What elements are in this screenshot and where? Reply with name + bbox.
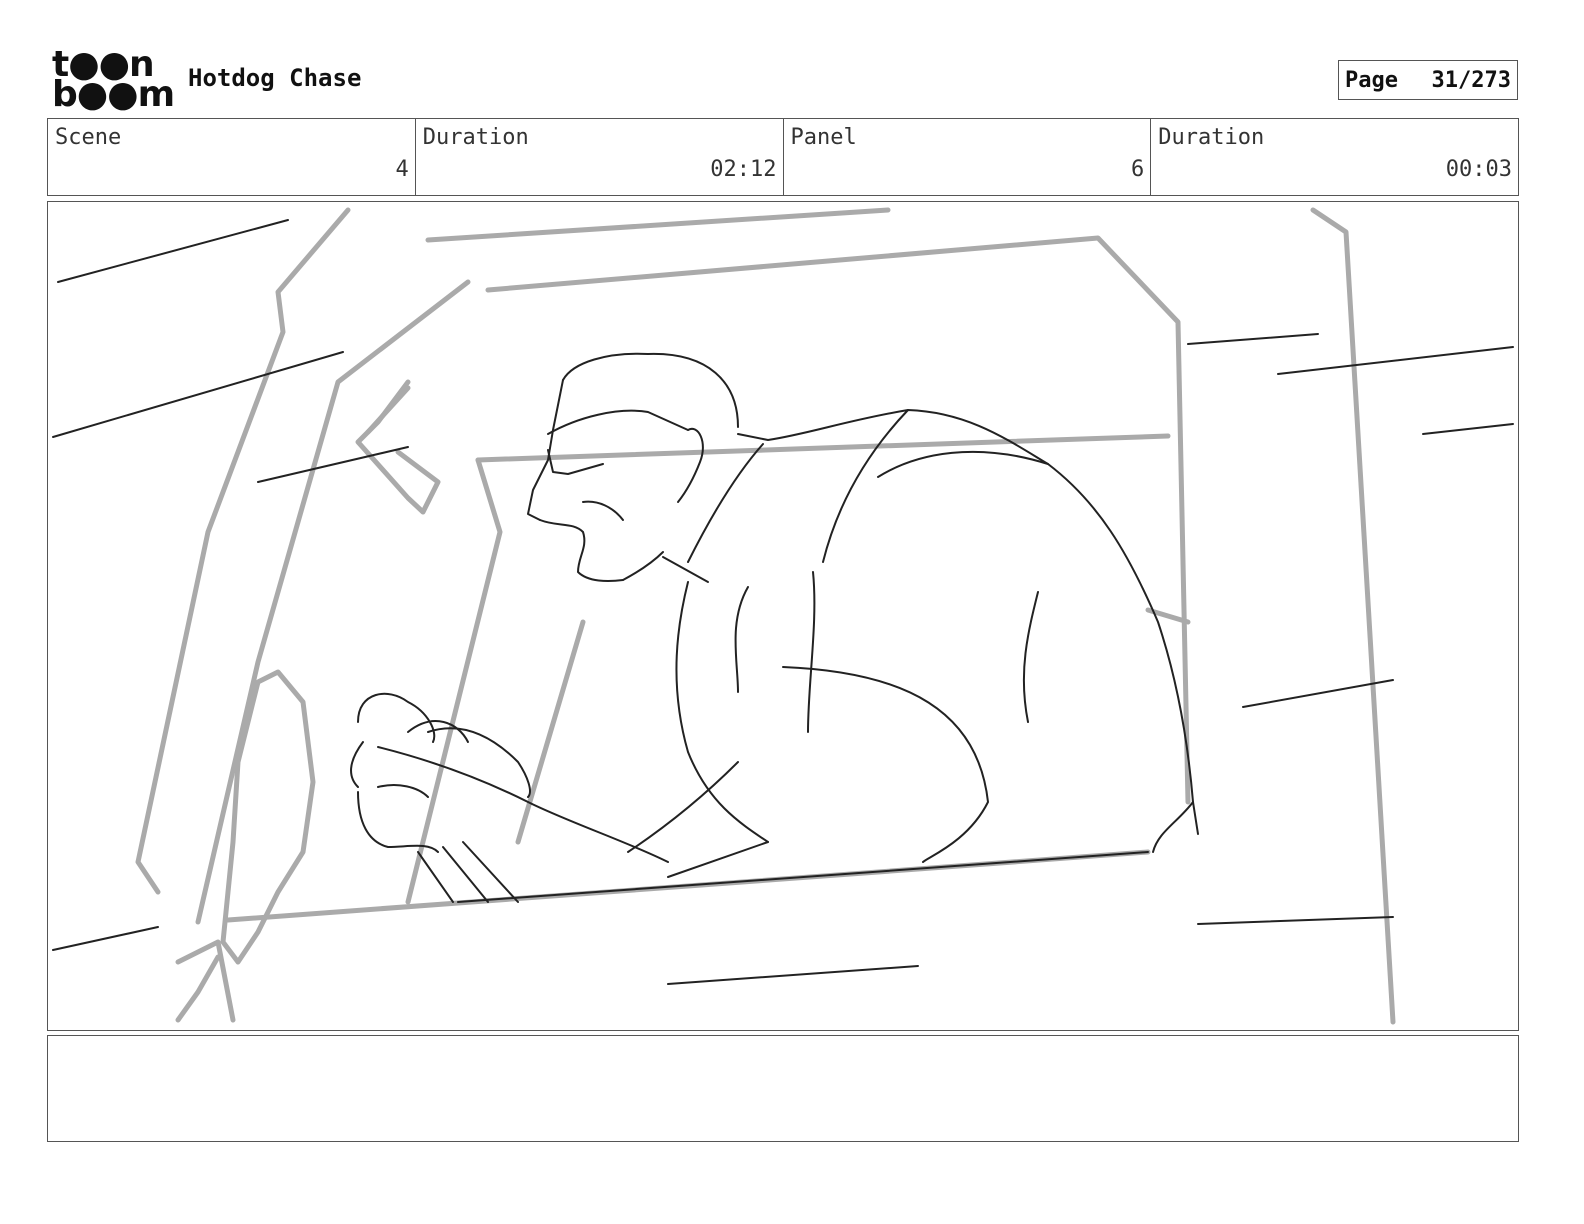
scene-duration-cell: Duration 02:12 [416,119,784,195]
scene-value: 4 [395,157,409,182]
page-label: Page [1345,67,1398,93]
logo-line-2: b●●m [52,74,175,115]
scene-cell: Scene 4 [48,119,416,195]
project-title: Hotdog Chase [188,64,362,92]
panel-duration-label: Duration [1158,125,1265,150]
panel-notes-box [47,1035,1519,1142]
page-indicator: Page 31/273 [1338,60,1518,100]
page-number: 31/273 [1431,67,1511,93]
panel-cell: Panel 6 [784,119,1152,195]
storyboard-sketch-icon [52,207,1514,1025]
panel-info-table: Scene 4 Duration 02:12 Panel 6 Duration … [47,118,1519,196]
panel-value: 6 [1131,157,1145,182]
scene-duration-label: Duration [422,125,529,150]
storyboard-panel [47,201,1519,1031]
panel-duration-value: 00:03 [1445,157,1512,182]
panel-label: Panel [790,125,857,150]
scene-duration-value: 02:12 [710,157,777,182]
panel-duration-cell: Duration 00:03 [1151,119,1518,195]
scene-label: Scene [55,125,122,150]
toonboom-logo: t●●n b●●m [52,47,175,113]
